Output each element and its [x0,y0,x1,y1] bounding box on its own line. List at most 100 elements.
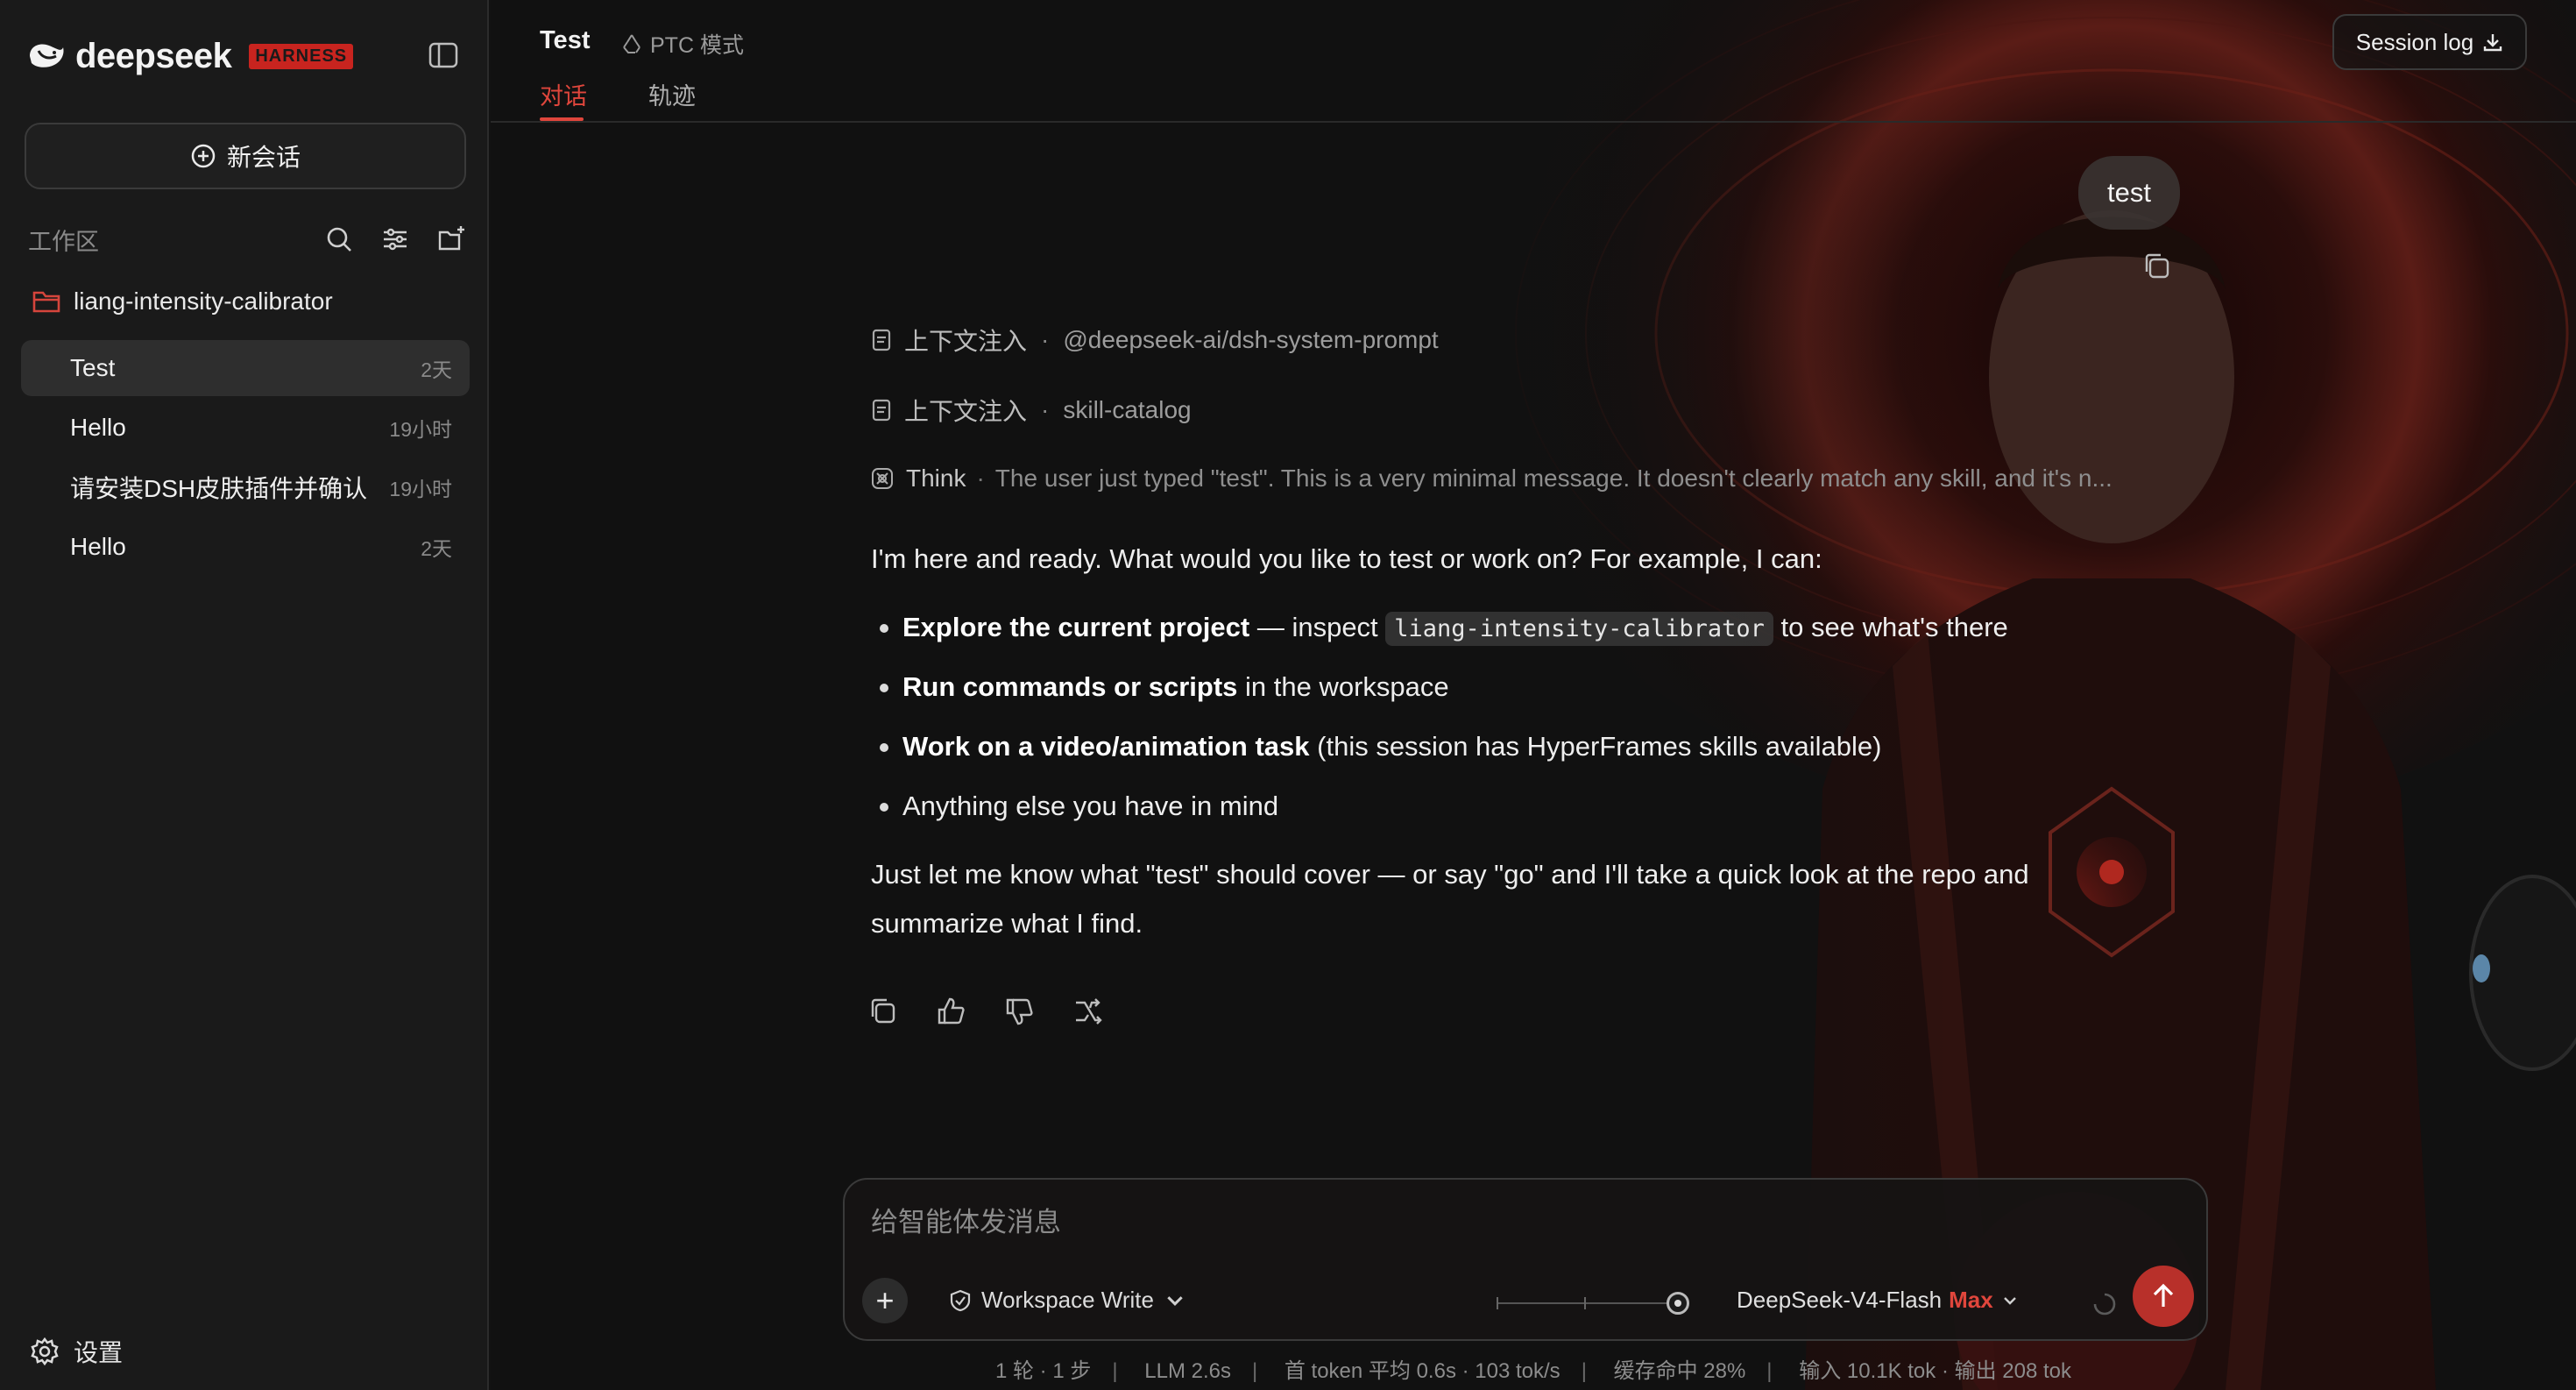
user-message-text: test [2107,177,2151,208]
message-actions [867,996,1104,1027]
thumbs-up-icon[interactable] [936,996,967,1027]
list-item-text: Anything else you have in mind [902,791,1279,821]
session-item[interactable]: Hello 19小时 [21,400,470,456]
stat-io: 输入 10.1K tok · 输出 208 tok [1799,1359,2071,1383]
document-icon [872,399,891,422]
workspace-header: 工作区 [28,221,466,258]
sidebar: deepseek HARNESS 新会话 工作区 liang-intensity… [0,0,489,1390]
folder-icon [32,291,60,313]
context-injection-source: @deepseek-ai/dsh-system-prompt [1063,326,1439,353]
list-item: Run commands or scripts in the workspace [871,657,2168,717]
session-title: 请安装DSH皮肤插件并确认 [70,475,368,502]
project-folder[interactable]: liang-intensity-calibrator [32,287,333,316]
stat-cache: 缓存命中 28% [1613,1359,1746,1383]
model-tier: Max [1949,1287,1993,1313]
session-time: 2天 [421,537,452,560]
stat-first-token: 首 token 平均 0.6s · 103 tok/s [1284,1359,1560,1383]
settings-label: 设置 [74,1339,124,1366]
session-time: 19小时 [389,418,452,441]
copy-icon[interactable] [2141,251,2173,282]
new-chat-button[interactable]: 新会话 [25,123,466,189]
slider-knob[interactable] [1667,1292,1689,1315]
shield-icon [950,1289,971,1311]
session-title: Hello [70,533,126,560]
harness-badge: HARNESS [249,43,354,69]
list-item-bold: Explore the current project [902,612,1250,642]
message-composer: + Workspace Write DeepSeek-V4-Flash Max [843,1178,2208,1341]
reasoning-slider[interactable] [1497,1288,1689,1318]
list-item-text: in the workspace [1237,671,1449,702]
brand: deepseek HARNESS [26,35,354,77]
context-injection-row[interactable]: 上下文注入 · skill-catalog [869,393,1192,428]
session-item[interactable]: 请安装DSH皮肤插件并确认 19小时 [21,459,470,515]
copy-icon[interactable] [867,996,899,1027]
list-item-text: — inspect [1249,612,1386,642]
think-label: Think [906,465,966,492]
permission-label: Workspace Write [981,1287,1154,1313]
user-message-bubble: test [2078,156,2180,230]
brand-name: deepseek [75,36,232,75]
loading-spinner-icon [2093,1293,2116,1316]
think-row[interactable]: Think · The user just typed "test". This… [869,465,2166,493]
model-dropdown[interactable]: DeepSeek-V4-Flash Max [1737,1287,2020,1314]
session-time: 2天 [421,358,452,381]
model-name: DeepSeek-V4-Flash [1737,1287,1943,1313]
session-title: Hello [70,414,126,441]
attach-button[interactable]: + [862,1278,908,1323]
ptc-mode-label: PTC 模式 [650,33,744,58]
answer-list: Explore the current project — inspect li… [871,598,2168,836]
ptc-mode-toggle[interactable]: PTC 模式 [620,28,744,60]
new-chat-label: 新会话 [226,144,301,171]
chat-header: Test PTC 模式 对话 轨迹 Session log [491,0,2576,123]
main-panel: Test PTC 模式 对话 轨迹 Session log test 上下文注入… [491,0,2576,1390]
tab-conversation[interactable]: 对话 [540,77,587,111]
session-item[interactable]: Test 2天 [21,340,470,396]
context-injection-label: 上下文注入 [904,328,1028,355]
context-injection-source: skill-catalog [1063,396,1192,423]
download-icon [2484,34,2502,52]
tab-trace[interactable]: 轨迹 [648,77,696,111]
think-text: The user just typed "test". This is a ve… [994,465,2112,492]
stat-turns: 1 轮 · 1 步 [994,1359,1092,1383]
arrow-up-icon [2153,1283,2174,1307]
list-item-bold: Work on a video/animation task [902,731,1310,762]
search-icon[interactable] [324,224,354,254]
settings-button[interactable]: 设置 [30,1334,123,1369]
permission-dropdown[interactable]: Workspace Write [948,1287,1187,1314]
plus-circle-icon [191,144,216,168]
list-item: Work on a video/animation task (this ses… [871,717,2168,777]
recycle-icon [623,34,640,53]
chevron-down-icon [2003,1296,2016,1305]
message-input[interactable] [871,1202,2098,1243]
new-folder-icon[interactable] [436,224,466,254]
chevron-down-icon [1167,1295,1183,1306]
document-icon [872,329,891,351]
list-item: Anything else you have in mind [871,777,2168,836]
whale-logo-icon [30,44,64,67]
thumbs-down-icon[interactable] [1004,996,1036,1027]
filter-icon[interactable] [380,224,410,254]
stat-llm: LLM 2.6s [1144,1359,1231,1383]
inline-code: liang-intensity-calibrator [1385,612,1773,646]
list-item-bold: Run commands or scripts [902,671,1238,702]
active-tab-indicator [540,117,584,121]
send-button[interactable] [2133,1266,2194,1327]
list-item-text: to see what's there [1773,612,2008,642]
session-log-button[interactable]: Session log [2332,14,2527,70]
gear-icon [31,1337,59,1366]
session-log-label: Session log [2355,28,2474,55]
project-name: liang-intensity-calibrator [74,287,333,315]
think-icon [872,468,893,489]
session-item[interactable]: Hello 2天 [21,519,470,575]
branch-icon[interactable] [1072,996,1104,1027]
answer-intro: I'm here and ready. What would you like … [871,543,1822,574]
sidebar-toggle-icon[interactable] [428,40,459,70]
session-time: 19小时 [389,478,452,500]
session-title: Test [70,354,116,381]
assistant-answer: I'm here and ready. What would you like … [871,535,2168,948]
chat-title: Test [540,26,591,54]
list-item: Explore the current project — inspect li… [871,598,2168,657]
list-item-text: (this session has HyperFrames skills ava… [1309,731,1882,762]
answer-closing: Just let me know what "test" should cove… [871,859,2029,939]
context-injection-row[interactable]: 上下文注入 · @deepseek-ai/dsh-system-prompt [869,323,1439,358]
